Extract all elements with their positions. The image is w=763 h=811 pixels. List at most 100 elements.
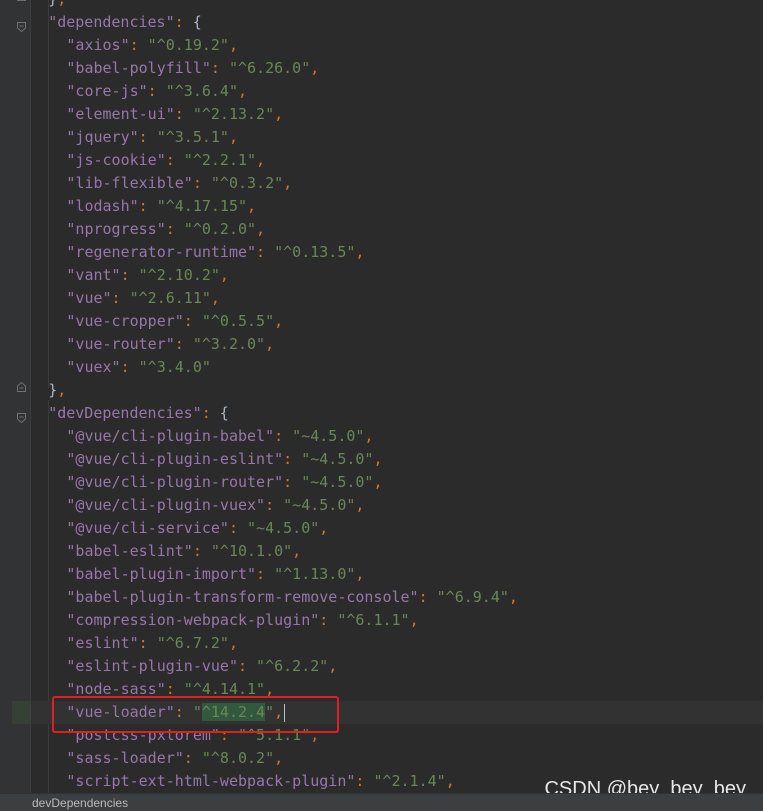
json-value: "^4.17.15"	[156, 197, 248, 215]
code-line[interactable]: "dependencies": {	[48, 11, 202, 34]
json-punctuation: ,	[219, 266, 229, 284]
json-punctuation: ,	[373, 450, 383, 468]
json-punctuation: ,	[319, 519, 329, 537]
code-line[interactable]: "lib-flexible": "^0.3.2",	[66, 172, 292, 195]
json-value: "~4.5.0"	[301, 473, 374, 491]
json-punctuation: ,	[274, 105, 284, 123]
code-line[interactable]: "script-ext-html-webpack-plugin": "^2.1.…	[66, 770, 454, 793]
json-key: "vue-cropper"	[66, 312, 184, 330]
code-line[interactable]: "vue-router": "^3.2.0",	[66, 333, 274, 356]
code-line[interactable]: "axios": "^0.19.2",	[66, 34, 238, 57]
json-value: "^3.4.0"	[138, 358, 211, 376]
json-colon: :	[319, 611, 338, 629]
code-line[interactable]: "compression-webpack-plugin": "^6.1.1",	[66, 609, 418, 632]
json-punctuation: ,	[228, 128, 238, 146]
code-line[interactable]: "vue": "^2.6.11",	[66, 287, 220, 310]
code-line[interactable]: "nprogress": "^0.2.0",	[66, 218, 265, 241]
code-line[interactable]: "@vue/cli-plugin-eslint": "~4.5.0",	[66, 448, 382, 471]
code-line[interactable]: "element-ui": "^2.13.2",	[66, 103, 283, 126]
json-colon: :	[192, 542, 211, 560]
json-key: "@vue/cli-plugin-vuex"	[66, 496, 266, 514]
code-line[interactable]: "lodash": "^4.17.15",	[66, 195, 256, 218]
json-value: "~4.5.0"	[301, 450, 374, 468]
json-colon: :	[201, 404, 220, 422]
json-punctuation: ,	[310, 59, 320, 77]
json-value: "^6.7.2"	[156, 634, 229, 652]
json-key: "babel-eslint"	[66, 542, 193, 560]
fold-marker-icon[interactable]	[17, 381, 26, 396]
json-punctuation: {	[192, 13, 202, 31]
code-line[interactable]: "vuex": "^3.4.0"	[66, 356, 211, 379]
indent-guide	[48, 0, 49, 388]
code-line[interactable]: "vue-cropper": "^0.5.5",	[66, 310, 283, 333]
json-key: "jquery"	[66, 128, 139, 146]
code-line[interactable]: "sass-loader": "^8.0.2",	[66, 747, 283, 770]
code-line[interactable]: },	[48, 379, 66, 402]
json-value: "^1.13.0"	[274, 565, 356, 583]
json-colon: :	[183, 749, 202, 767]
json-punctuation: ,	[283, 174, 293, 192]
json-colon: :	[355, 772, 374, 790]
json-punctuation: ,	[364, 427, 374, 445]
code-line[interactable]: "babel-plugin-import": "^1.13.0",	[66, 563, 364, 586]
json-value: "~4.5.0"	[292, 427, 365, 445]
json-value: "^2.10.2"	[138, 266, 220, 284]
json-key: "axios"	[66, 36, 130, 54]
code-line[interactable]: "@vue/cli-service": "~4.5.0",	[66, 517, 328, 540]
code-line[interactable]: "babel-eslint": "^10.1.0",	[66, 540, 301, 563]
json-colon: :	[237, 657, 257, 675]
code-line[interactable]: "eslint": "^6.7.2",	[66, 632, 238, 655]
fold-marker-icon[interactable]	[17, 0, 26, 5]
json-key: "eslint"	[66, 634, 139, 652]
code-line[interactable]: },	[48, 0, 66, 11]
json-key: "@vue/cli-plugin-eslint"	[66, 450, 284, 468]
json-value: "^6.26.0"	[228, 59, 311, 77]
code-line[interactable]: "@vue/cli-plugin-router": "~4.5.0",	[66, 471, 382, 494]
json-colon: :	[138, 634, 157, 652]
json-key: "core-js"	[66, 82, 148, 100]
json-colon: :	[129, 36, 148, 54]
json-punctuation: },	[48, 0, 66, 8]
code-line[interactable]: "regenerator-runtime": "^0.13.5",	[66, 241, 364, 264]
code-line[interactable]: "babel-plugin-transform-remove-console":…	[66, 586, 518, 609]
json-punctuation: {	[219, 404, 229, 422]
json-punctuation: ,	[328, 657, 338, 675]
code-line[interactable]: "jquery": "^3.5.1",	[66, 126, 238, 149]
code-line[interactable]: "devDependencies": {	[48, 402, 229, 425]
json-punctuation: ,	[228, 36, 238, 54]
json-colon: :	[192, 174, 211, 192]
annotation-highlight-box	[52, 696, 339, 733]
code-editor[interactable]: },"dependencies": {"axios": "^0.19.2","b…	[0, 0, 763, 811]
json-key: "lib-flexible"	[66, 174, 193, 192]
code-line[interactable]: "eslint-plugin-vue": "^6.2.2",	[66, 655, 337, 678]
code-line[interactable]: "babel-polyfill": "^6.26.0",	[66, 57, 319, 80]
json-key: "babel-plugin-transform-remove-console"	[66, 588, 419, 606]
json-colon: :	[138, 197, 157, 215]
json-colon: :	[165, 151, 184, 169]
json-key: "nprogress"	[66, 220, 166, 238]
json-key: "lodash"	[66, 197, 139, 215]
breadcrumb[interactable]: devDependencies	[32, 794, 128, 811]
json-punctuation: ,	[256, 151, 266, 169]
json-colon: :	[283, 450, 302, 468]
code-line[interactable]: "js-cookie": "^2.2.1",	[66, 149, 265, 172]
json-punctuation: ,	[237, 82, 248, 100]
code-line[interactable]: "@vue/cli-plugin-vuex": "~4.5.0",	[66, 494, 364, 517]
json-key: "babel-polyfill"	[66, 59, 211, 77]
json-punctuation: ,	[508, 588, 518, 606]
json-key: "vuex"	[66, 358, 121, 376]
fold-marker-icon[interactable]	[17, 18, 26, 33]
editor-gutter[interactable]	[0, 0, 30, 793]
json-key: "regenerator-runtime"	[66, 243, 257, 261]
json-colon: :	[418, 588, 437, 606]
json-key: "@vue/cli-service"	[66, 519, 229, 537]
code-line[interactable]: "@vue/cli-plugin-babel": "~4.5.0",	[66, 425, 373, 448]
json-colon: :	[274, 427, 293, 445]
fold-marker-icon[interactable]	[17, 409, 26, 424]
json-punctuation: ,	[355, 243, 365, 261]
json-punctuation: },	[48, 381, 67, 399]
json-punctuation: ,	[247, 197, 257, 215]
json-punctuation: ,	[274, 749, 284, 767]
code-line[interactable]: "core-js": "^3.6.4",	[66, 80, 247, 103]
code-line[interactable]: "vant": "^2.10.2",	[66, 264, 229, 287]
